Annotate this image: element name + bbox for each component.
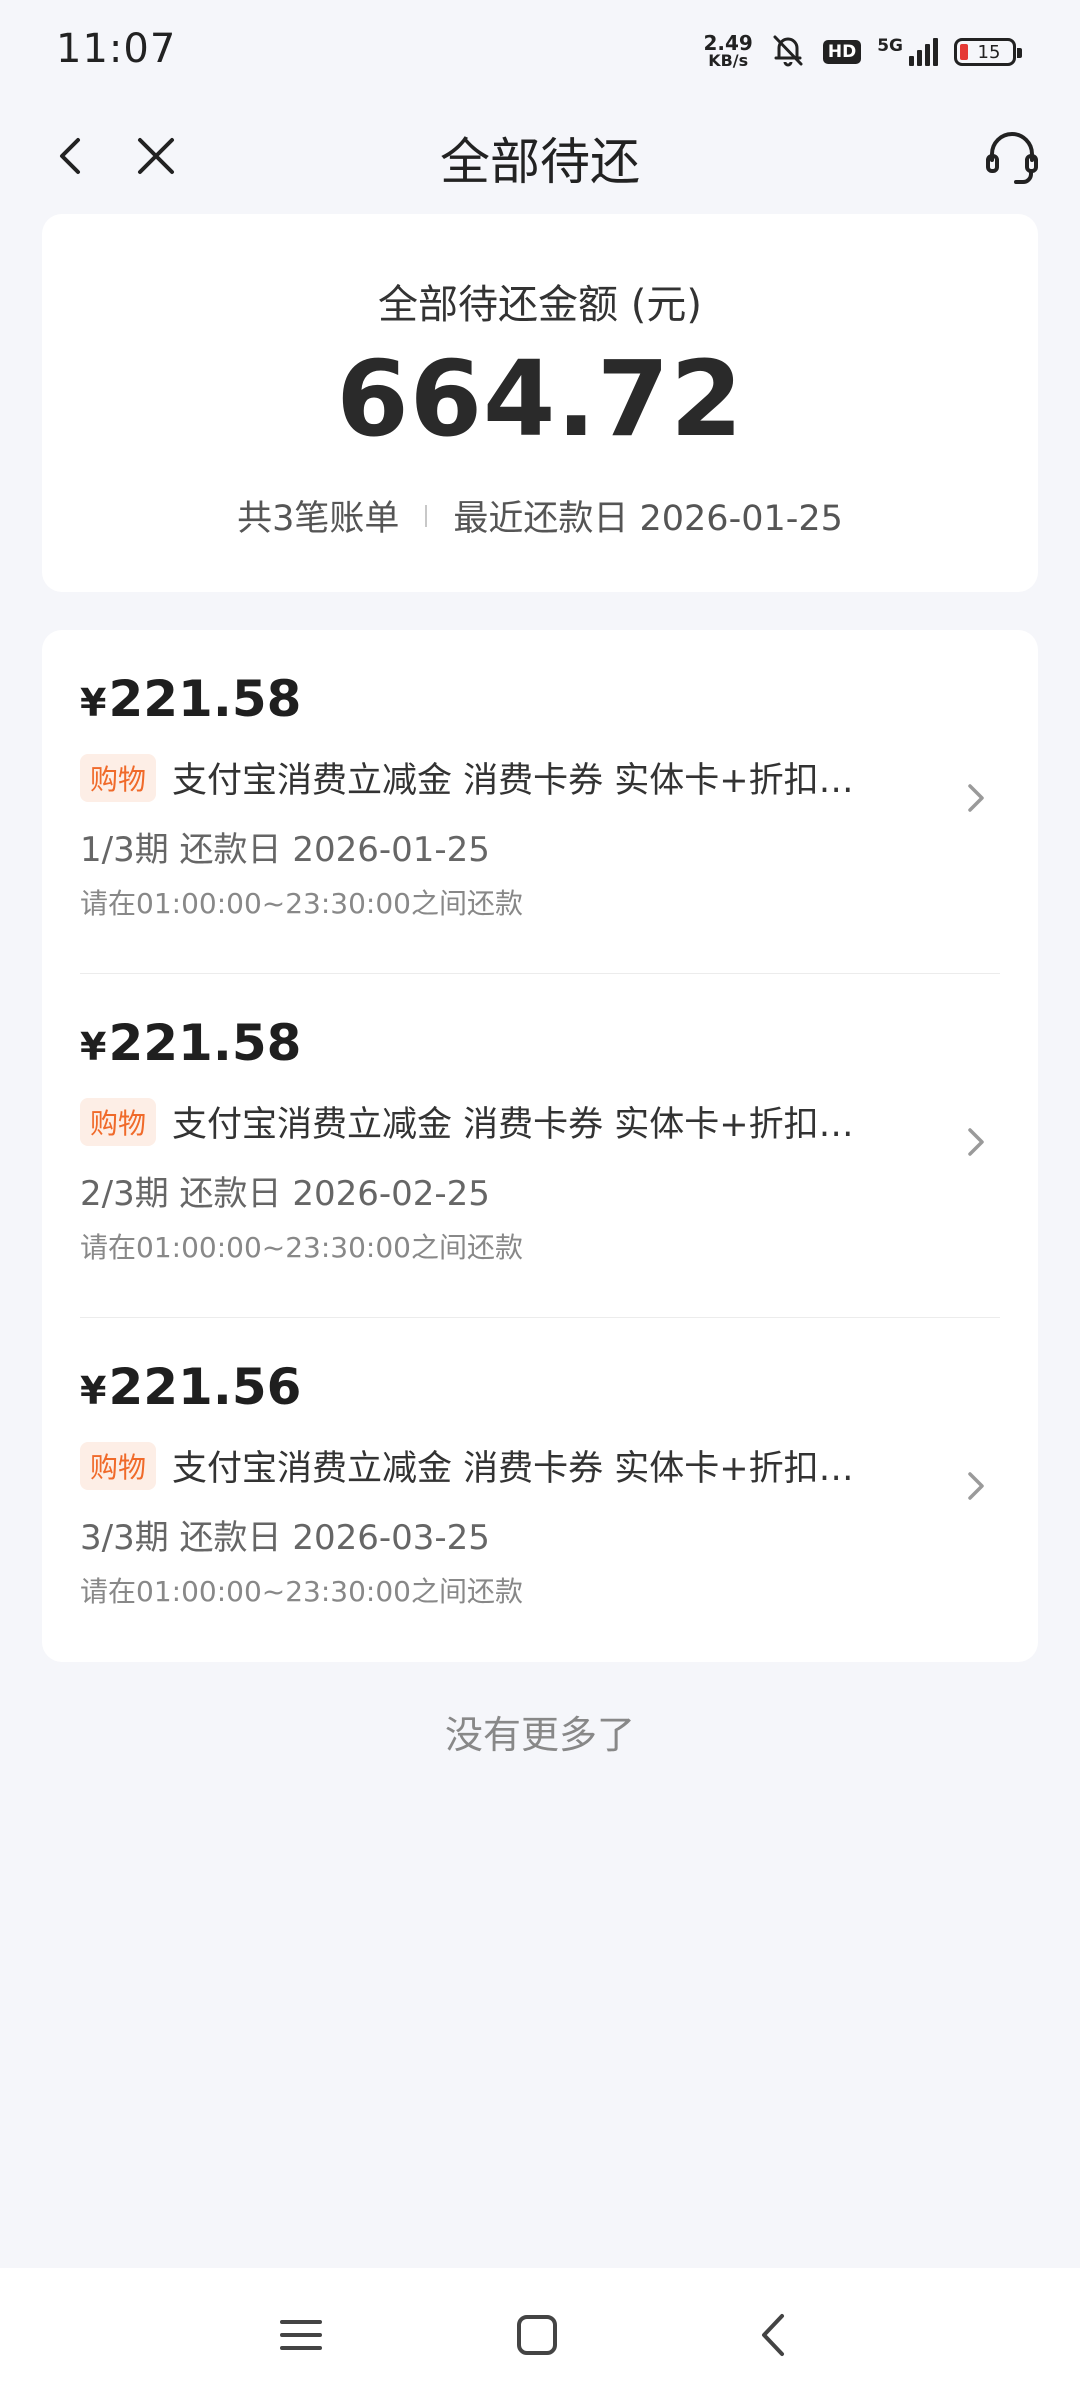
status-bar: 11:07 2.49 KB/s HD 5G 15 [0,0,1080,108]
signal-icon: 5G [877,38,938,66]
summary-label: 全部待还金额 (元) [378,282,702,328]
repayment-window: 请在01:00:00~23:30:00之间还款 [80,887,523,920]
bill-period: 1/3期 还款日 2026-01-25 [80,830,490,870]
chevron-right-icon [958,1468,994,1504]
bill-description: 支付宝消费立减金 消费卡券 实体卡+折扣券... [172,1449,873,1489]
bill-period: 2/3期 还款日 2026-02-25 [80,1174,490,1214]
bell-muted-icon [769,31,807,73]
bill-desc-row: 购物 支付宝消费立减金 消费卡券 实体卡+折扣券... [80,752,930,803]
battery-level: 15 [977,41,1001,63]
back-icon[interactable] [750,2310,796,2360]
bill-description: 支付宝消费立减金 消费卡券 实体卡+折扣券... [172,1105,873,1145]
hd-badge: HD [822,40,862,64]
currency-symbol: ¥ [80,681,107,725]
chevron-right-icon [958,780,994,816]
menu-icon[interactable] [278,2312,324,2358]
battery-icon: 15 [954,38,1022,66]
currency-symbol: ¥ [80,1025,107,1069]
system-nav-bar [0,2268,1080,2400]
headset-icon[interactable] [980,124,1044,188]
page-title: 全部待还 [440,133,640,191]
bill-item-3[interactable]: ¥221.56 购物 支付宝消费立减金 消费卡券 实体卡+折扣券... 3/3期… [42,1318,1038,1662]
bill-amount-value: 221.56 [108,1358,302,1416]
battery-fill [960,44,968,60]
bill-amount: ¥221.58 [80,670,301,728]
bill-amount-value: 221.58 [108,1014,302,1072]
bill-period: 3/3期 还款日 2026-03-25 [80,1518,490,1558]
bill-list: ¥221.58 购物 支付宝消费立减金 消费卡券 实体卡+折扣券... 1/3期… [42,630,1038,1662]
bill-desc-row: 购物 支付宝消费立减金 消费卡券 实体卡+折扣券... [80,1096,930,1147]
bill-amount-value: 221.58 [108,670,302,728]
currency-symbol: ¥ [80,1369,107,1413]
network-speed-value: 2.49 [703,31,753,55]
repayment-window: 请在01:00:00~23:30:00之间还款 [80,1575,523,1608]
category-tag: 购物 [80,753,157,802]
total-amount: 664.72 [336,338,744,460]
status-icons: 2.49 KB/s HD 5G 15 [703,30,1022,74]
category-tag: 购物 [80,1097,157,1146]
bill-amount: ¥221.56 [80,1358,301,1416]
category-tag: 购物 [80,1441,157,1490]
bill-item-2[interactable]: ¥221.58 购物 支付宝消费立减金 消费卡券 实体卡+折扣券... 2/3期… [42,974,1038,1318]
network-speed-unit: KB/s [708,51,749,70]
bill-desc-row: 购物 支付宝消费立减金 消费卡券 实体卡+折扣券... [80,1440,930,1491]
bill-count: 共3笔账单 [237,499,400,539]
chevron-right-icon [958,1124,994,1160]
bill-description: 支付宝消费立减金 消费卡券 实体卡+折扣券... [172,761,873,801]
network-speed: 2.49 KB/s [703,31,753,70]
network-type: 5G [877,36,903,56]
recent-due-date: 最近还款日 2026-01-25 [453,499,843,539]
summary-meta: 共3笔账单 最近还款日 2026-01-25 [42,490,1038,541]
bill-amount: ¥221.58 [80,1014,301,1072]
no-more-text: 没有更多了 [444,1713,635,1757]
repayment-window: 请在01:00:00~23:30:00之间还款 [80,1231,523,1264]
nav-bar: 全部待还 [0,108,1080,204]
status-time: 11:07 [56,26,177,72]
summary-card: 全部待还金额 (元) 664.72 共3笔账单 最近还款日 2026-01-25 [42,214,1038,592]
divider [425,504,428,527]
bill-item-1[interactable]: ¥221.58 购物 支付宝消费立减金 消费卡券 实体卡+折扣券... 1/3期… [42,630,1038,974]
home-icon[interactable] [514,2312,560,2358]
